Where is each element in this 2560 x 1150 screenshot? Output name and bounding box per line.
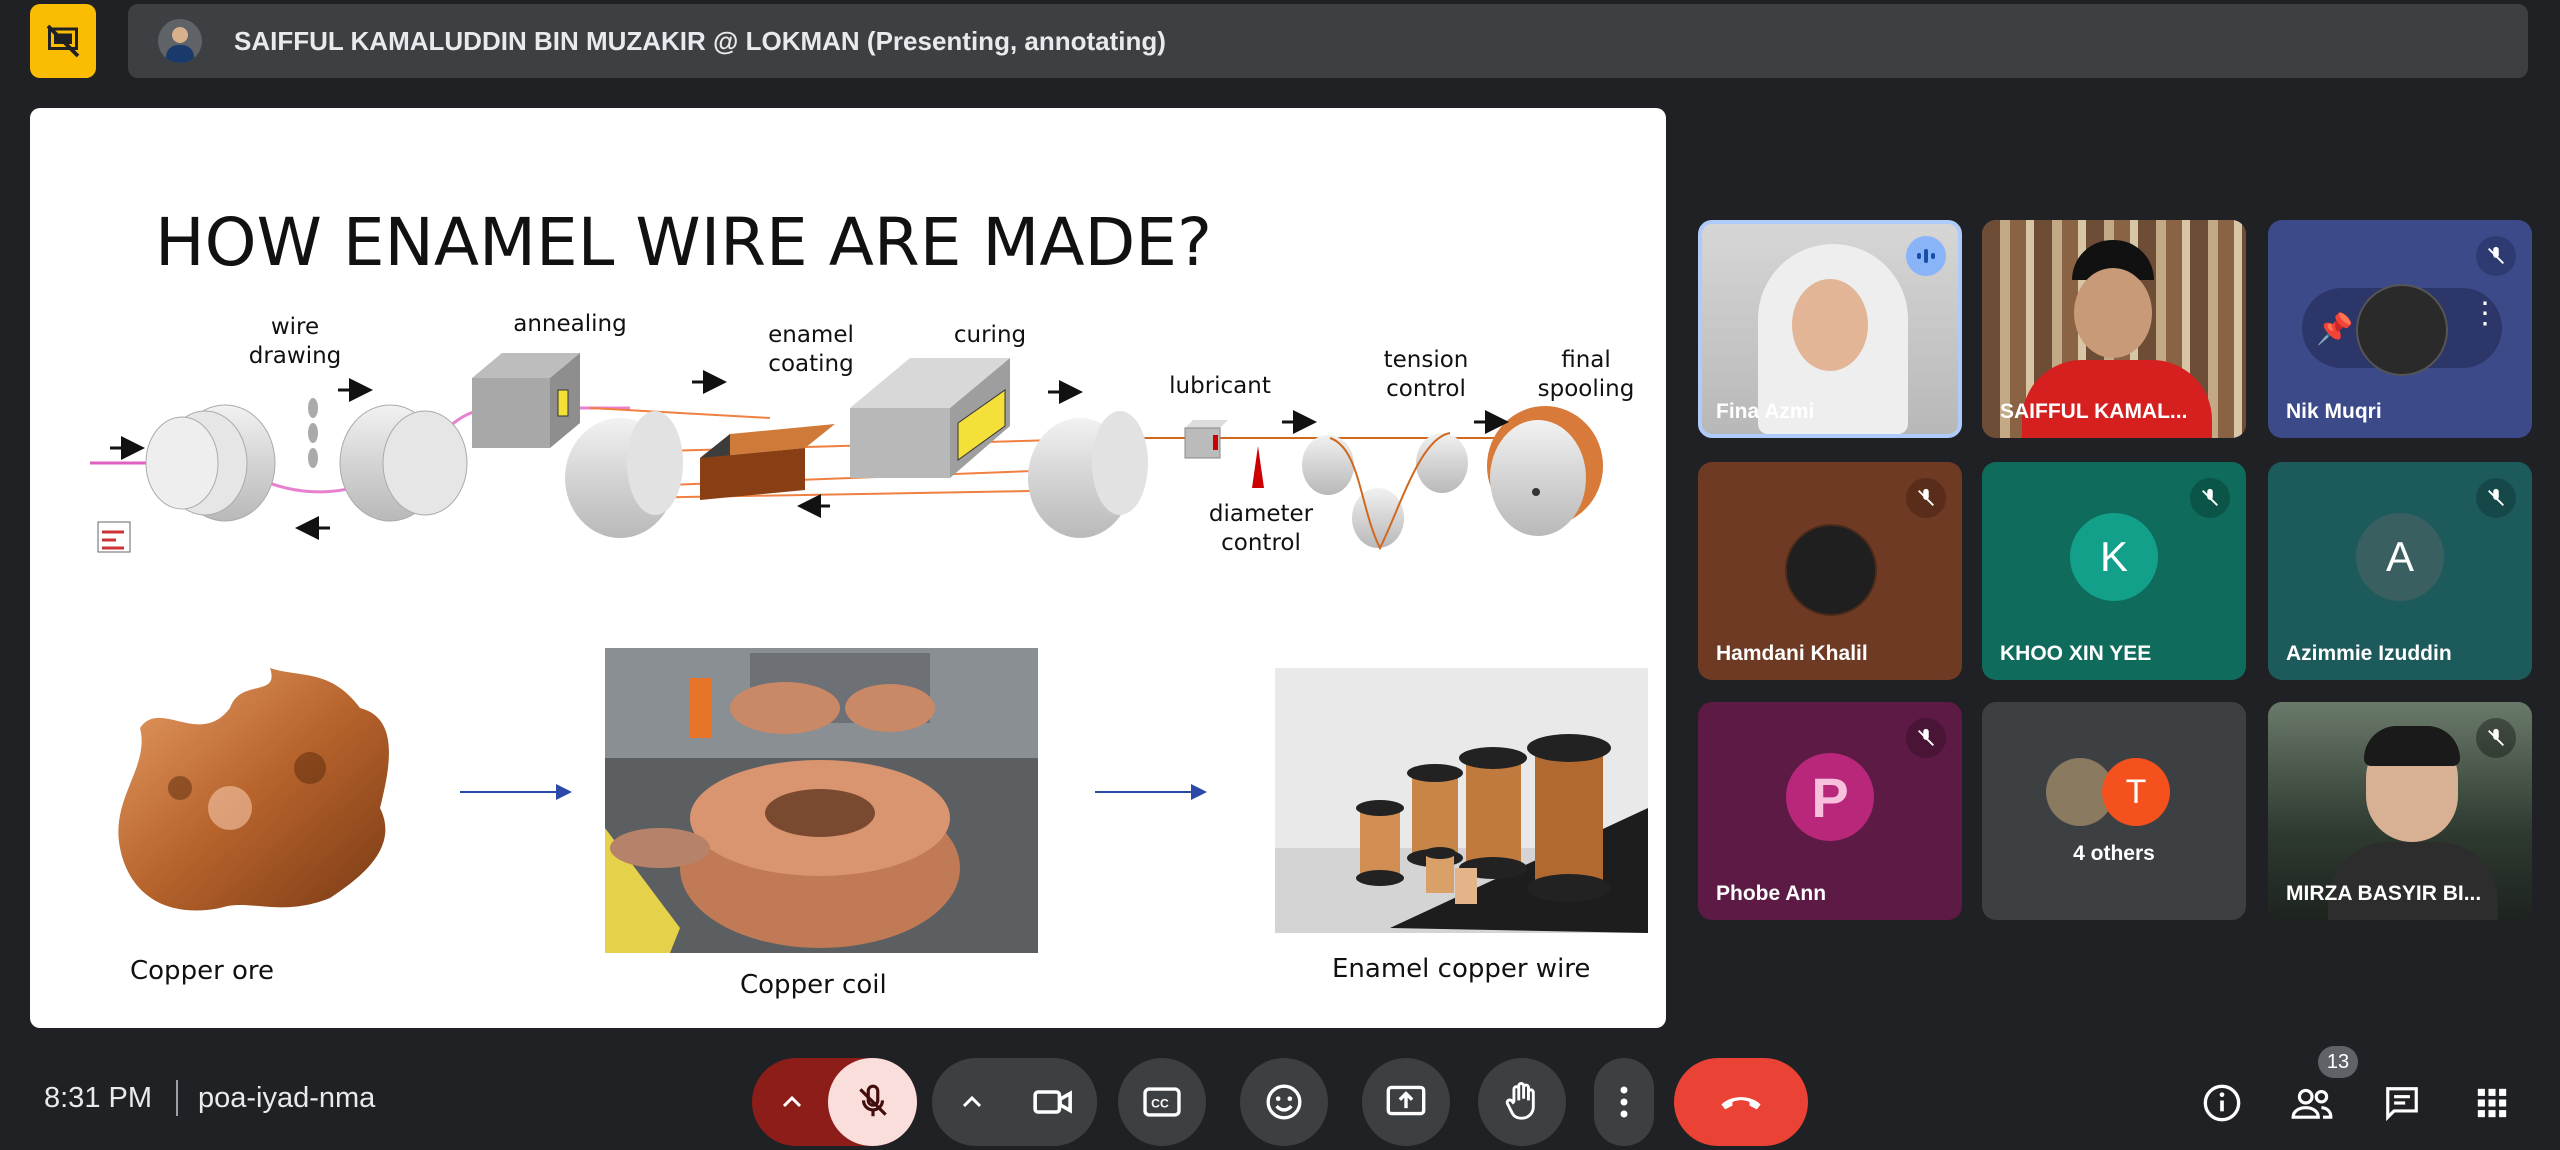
presenter-avatar [158, 19, 202, 63]
shared-slide: HOW ENAMEL WIRE ARE MADE? wire drawing a… [30, 108, 1666, 1028]
participant-name: Phobe Ann [1716, 882, 1827, 905]
people-icon [2291, 1088, 2333, 1119]
end-call-button[interactable] [1674, 1058, 1808, 1146]
participant-name: KHOO XIN YEE [2000, 642, 2152, 665]
speaking-indicator-icon [1906, 236, 1946, 276]
copper-ore-image [118, 668, 389, 911]
participant-name: Hamdani Khalil [1716, 642, 1868, 665]
avatar: A [2356, 513, 2444, 601]
others-tile[interactable]: T 4 others [1982, 702, 2246, 920]
caption-copper-ore: Copper ore [130, 956, 275, 986]
participant-tile[interactable]: A Azimmie Izuddin [2268, 462, 2532, 680]
mic-off-icon [2190, 478, 2230, 518]
camera-icon [1032, 1090, 1072, 1114]
more-options-button[interactable] [1594, 1058, 1654, 1146]
participant-tile[interactable]: SAIFFUL KAMAL... [1982, 220, 2246, 438]
label-final-spooling: final spooling [1537, 347, 1635, 402]
label-lubricant: lubricant [1169, 373, 1271, 399]
captions-button[interactable]: CC [1118, 1058, 1206, 1146]
camera-group [932, 1058, 1097, 1146]
label-enamel-coating: enamel coating [768, 322, 854, 377]
clock: 8:31 PM [44, 1082, 152, 1114]
avatar: T [2102, 758, 2170, 826]
participant-tile[interactable]: Fina Azmi [1698, 220, 1962, 438]
emoji-reaction-button[interactable] [1240, 1058, 1328, 1146]
people-button[interactable] [2284, 1075, 2340, 1131]
end-call-icon [1721, 1097, 1761, 1110]
mic-off-icon [2476, 718, 2516, 758]
info-icon [2203, 1084, 2241, 1122]
participant-name: SAIFFUL KAMAL... [2000, 400, 2188, 423]
chevron-up-icon [782, 1095, 802, 1108]
chat-button[interactable] [2374, 1075, 2430, 1131]
mic-off-icon [2476, 236, 2516, 276]
avatar [2356, 284, 2448, 376]
raise-hand-button[interactable] [1478, 1058, 1566, 1146]
participant-tile[interactable]: 📌 ⋮ Nik Muqri [2268, 220, 2532, 438]
caption-copper-coil: Copper coil [740, 970, 887, 1000]
label-diameter-control: diameter control [1208, 501, 1314, 556]
video-options-button[interactable] [952, 1086, 992, 1118]
mic-off-icon [1906, 718, 1946, 758]
audio-options-button[interactable] [772, 1086, 812, 1118]
more-options-icon[interactable]: ⋮ [2470, 299, 2500, 344]
more-options-icon [1620, 1086, 1628, 1118]
participant-name: Fina Azmi [1716, 400, 1815, 423]
participant-tile[interactable]: K KHOO XIN YEE [1982, 462, 2246, 680]
meeting-details-button[interactable] [2194, 1075, 2250, 1131]
present-icon [1386, 1085, 1426, 1116]
participant-tile[interactable]: P Phobe Ann [1698, 702, 1962, 920]
present-now-button[interactable] [1362, 1058, 1450, 1146]
avatar: K [2070, 513, 2158, 601]
presenter-banner: SAIFFUL KAMALUDDIN BIN MUZAKIR @ LOKMAN … [128, 4, 2528, 78]
mic-group [752, 1058, 917, 1146]
participant-name: Nik Muqri [2286, 400, 2382, 423]
label-tension-control: tension control [1383, 347, 1469, 402]
mic-off-icon [858, 1084, 887, 1117]
activities-button[interactable] [2464, 1075, 2520, 1131]
enamel-wire-image [1275, 668, 1648, 933]
copper-coil-image [605, 648, 1038, 953]
mic-off-icon [2476, 478, 2516, 518]
raise-hand-icon [1505, 1082, 1535, 1120]
label-wire-drawing: wire drawing [248, 314, 342, 369]
label-curing: curing [953, 322, 1027, 348]
participant-tile[interactable]: Hamdani Khalil [1698, 462, 1962, 680]
participant-name: MIRZA BASYIR BI... [2286, 882, 2482, 905]
caption-enamel-wire: Enamel copper wire [1332, 954, 1591, 984]
participant-count-badge: 13 [2318, 1046, 2358, 1078]
avatar: P [1786, 753, 1874, 841]
emoji-icon [1266, 1084, 1302, 1120]
captions-icon: CC [1143, 1087, 1181, 1117]
divider [176, 1080, 178, 1116]
chevron-up-icon [962, 1095, 982, 1108]
chat-icon [2386, 1087, 2418, 1122]
mic-off-icon [1906, 478, 1946, 518]
stop-presenting-button[interactable] [30, 4, 96, 78]
camera-toggle-button[interactable] [1008, 1058, 1097, 1146]
participant-name: Azimmie Izuddin [2286, 642, 2452, 665]
avatar [1785, 524, 1877, 616]
stop-presenting-icon [46, 24, 80, 58]
participant-tile[interactable]: MIRZA BASYIR BI... [2268, 702, 2532, 920]
pin-icon[interactable]: 📌 [2316, 312, 2353, 347]
activities-icon [2477, 1088, 2507, 1118]
svg-text:CC: CC [1151, 1096, 1169, 1110]
label-annealing: annealing [513, 311, 627, 337]
presenter-title: SAIFFUL KAMALUDDIN BIN MUZAKIR @ LOKMAN … [234, 25, 1166, 56]
mic-toggle-button[interactable] [828, 1058, 917, 1146]
others-label: 4 others [2073, 842, 2155, 865]
meeting-code: poa-iyad-nma [198, 1082, 376, 1114]
process-diagram [90, 353, 1648, 953]
